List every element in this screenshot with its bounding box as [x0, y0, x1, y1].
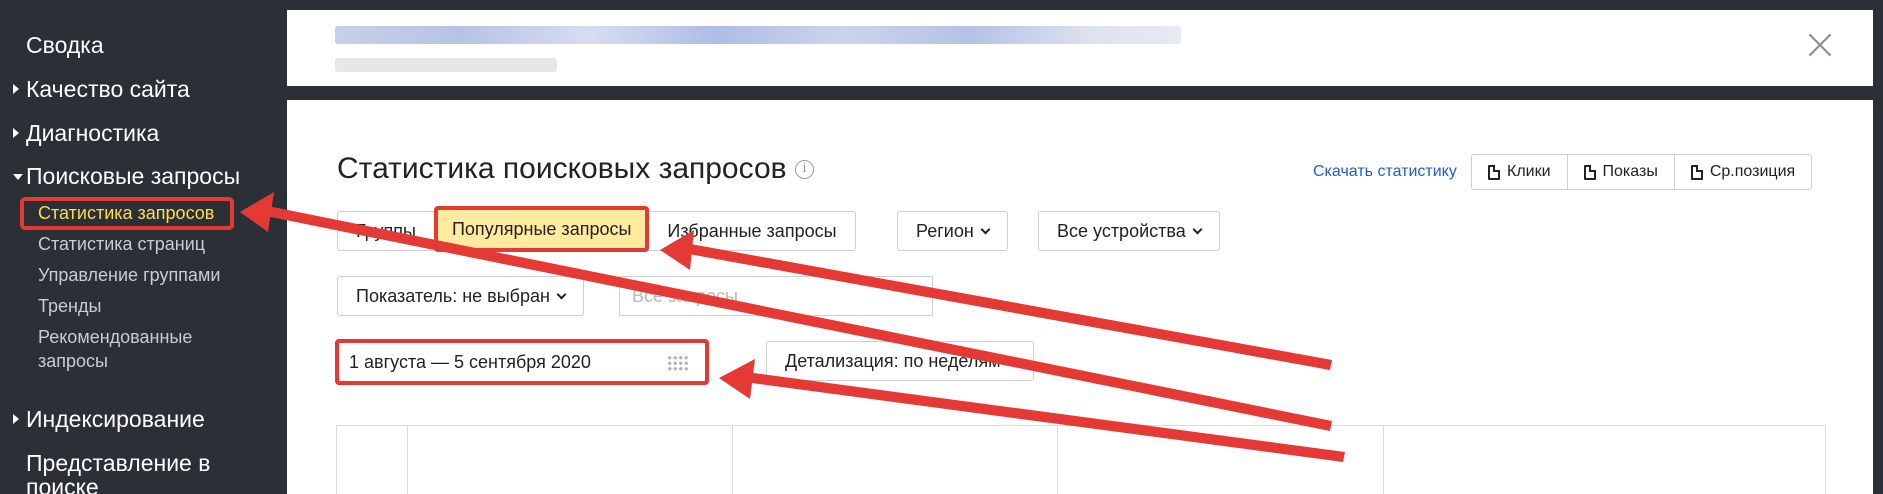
- info-icon[interactable]: i: [795, 160, 814, 179]
- chevron-down-icon: [1007, 354, 1017, 364]
- metric-switch: Клики Показы Ср.позиция: [1471, 154, 1813, 190]
- sidebar-item-search-queries[interactable]: Поисковые запросы: [13, 163, 241, 189]
- chevron-down-icon: [1192, 224, 1203, 234]
- sidebar-item-site-quality[interactable]: Качество сайта: [13, 76, 190, 102]
- metric-avg-position-button[interactable]: Ср.позиция: [1675, 155, 1811, 189]
- calendar-icon[interactable]: [667, 355, 689, 371]
- sidebar-item-label: Индексирование: [26, 406, 205, 432]
- triangle-right-icon: [13, 414, 19, 424]
- sidebar-subitem-page-stats[interactable]: Статистика страниц: [38, 232, 205, 256]
- tab-favorite-queries[interactable]: Избранные запросы: [649, 212, 854, 250]
- dropdown-label: Показатель: не выбран: [356, 285, 550, 306]
- metric-label: Ср.позиция: [1709, 163, 1796, 180]
- sidebar-item-diagnostics[interactable]: Диагностика: [13, 120, 160, 146]
- chevron-down-icon: [556, 289, 567, 299]
- detail-dropdown[interactable]: Детализация: по неделям: [766, 341, 1035, 381]
- blurred-site-name: [335, 26, 1181, 44]
- close-icon[interactable]: [1807, 32, 1833, 58]
- date-range-value: 1 августа — 5 сентября 2020: [349, 351, 591, 372]
- sidebar-item-label: Диагностика: [26, 120, 160, 146]
- stats-table: [336, 425, 1826, 494]
- dropdown-label: Все устройства: [1057, 220, 1186, 241]
- table-column-divider: [1383, 426, 1384, 494]
- sidebar-item-label: Качество сайта: [26, 76, 190, 102]
- table-column-divider: [407, 426, 408, 494]
- date-range-picker[interactable]: 1 августа — 5 сентября 2020: [335, 339, 709, 385]
- sidebar-subitem-trends[interactable]: Тренды: [38, 294, 101, 318]
- site-header-card: [287, 10, 1873, 86]
- sidebar-subitem-recommended[interactable]: Рекомендованные запросы: [38, 325, 238, 374]
- table-column-divider: [732, 426, 733, 494]
- dropdown-label: Детализация: по неделям: [785, 350, 1001, 371]
- annotation-highlight-sidebar: [20, 197, 234, 230]
- triangle-right-icon: [13, 84, 19, 94]
- sidebar-subitem-group-management[interactable]: Управление группами: [38, 263, 220, 287]
- document-icon: [1583, 164, 1596, 180]
- metric-impressions-button[interactable]: Показы: [1568, 155, 1675, 189]
- triangle-down-icon: [13, 174, 23, 180]
- document-icon: [1488, 164, 1500, 180]
- sidebar: Сводка Качество сайта Диагностика Поиско…: [0, 0, 287, 494]
- devices-dropdown[interactable]: Все устройства: [1038, 211, 1220, 251]
- download-stats-link[interactable]: Скачать статистику: [1313, 163, 1457, 181]
- sidebar-item-search-appearance[interactable]: Представление в поиске: [26, 451, 216, 494]
- indicator-dropdown[interactable]: Показатель: не выбран: [337, 276, 584, 316]
- triangle-right-icon: [13, 128, 19, 138]
- main-panel: Статистика поисковых запросов i Скачать …: [287, 100, 1873, 494]
- document-icon: [1690, 164, 1703, 180]
- metric-label: Клики: [1507, 163, 1551, 180]
- query-filter-input-wrap: [619, 276, 933, 316]
- sidebar-item-label: Поисковые запросы: [26, 163, 241, 189]
- tab-groups[interactable]: Группы: [338, 212, 434, 250]
- sidebar-item-label: Представление в поиске: [26, 450, 211, 494]
- sidebar-item-summary[interactable]: Сводка: [26, 34, 104, 57]
- query-filter-input[interactable]: [620, 277, 932, 315]
- sidebar-item-indexing[interactable]: Индексирование: [13, 406, 205, 432]
- dropdown-label: Регион: [916, 220, 974, 241]
- page-title: Статистика поисковых запросов: [337, 152, 787, 185]
- metric-clicks-button[interactable]: Клики: [1472, 155, 1568, 189]
- tab-popular-queries[interactable]: Популярные запросы: [433, 206, 650, 252]
- query-tabs: Группы Популярные запросы Избранные запр…: [337, 206, 856, 252]
- chevron-down-icon: [980, 224, 991, 234]
- blurred-site-url: [335, 58, 557, 72]
- sidebar-item-label: Сводка: [26, 32, 104, 58]
- region-dropdown[interactable]: Регион: [897, 211, 1008, 251]
- metric-label: Показы: [1602, 163, 1658, 180]
- table-column-divider: [1057, 426, 1058, 494]
